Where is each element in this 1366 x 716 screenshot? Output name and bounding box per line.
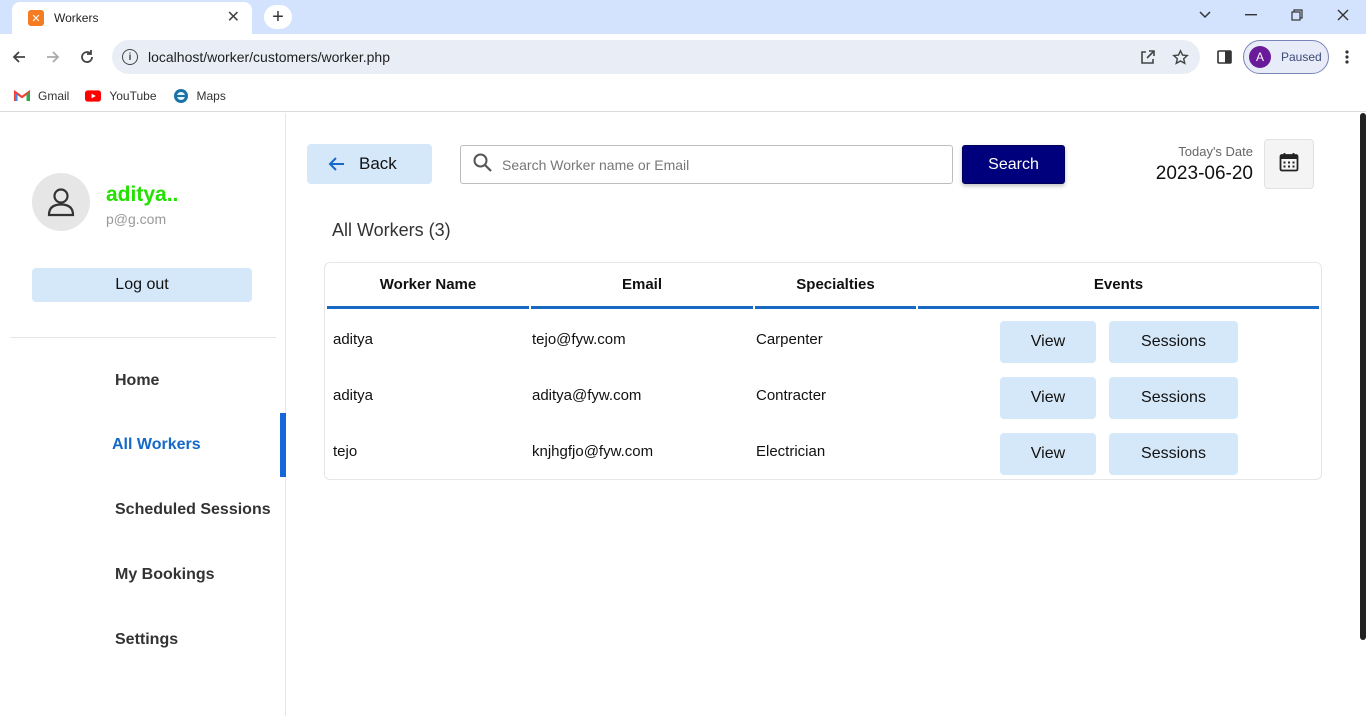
- search-input[interactable]: [502, 156, 932, 173]
- restore-icon[interactable]: [1274, 0, 1320, 30]
- site-info-icon[interactable]: i: [122, 49, 138, 65]
- sidebar-item-settings[interactable]: Settings: [0, 608, 286, 672]
- tab-search-icon[interactable]: [1182, 0, 1228, 30]
- share-icon[interactable]: [1132, 41, 1164, 73]
- worker-specialty: Electrician: [756, 442, 826, 460]
- table-row: aditya tejo@fyw.com Carpenter View Sessi…: [325, 319, 1323, 375]
- view-button[interactable]: View: [1000, 433, 1096, 475]
- active-indicator: [280, 413, 286, 477]
- column-header: Worker Name: [327, 263, 529, 309]
- profile-status: Paused: [1281, 50, 1322, 64]
- table-row: tejo knjhgfjo@fyw.com Electrician View S…: [325, 431, 1323, 487]
- side-panel-icon[interactable]: [1211, 44, 1237, 70]
- user-email: p@g.com: [106, 211, 167, 227]
- column-header: Specialties: [755, 263, 916, 309]
- minimize-icon[interactable]: [1228, 0, 1274, 30]
- sidebar-item-label: All Workers: [112, 436, 201, 453]
- browser-toolbar: i localhost/worker/customers/worker.php …: [0, 34, 1366, 80]
- back-arrow-icon[interactable]: [6, 44, 32, 70]
- back-button[interactable]: Back: [307, 144, 432, 184]
- bookmark-label: Maps: [196, 88, 226, 103]
- view-button[interactable]: View: [1000, 377, 1096, 419]
- sidebar-item-scheduled-sessions[interactable]: Scheduled Sessions: [0, 478, 286, 542]
- bookmark-youtube[interactable]: YouTube: [85, 88, 157, 103]
- tab-title: Workers: [54, 11, 99, 25]
- date-label: Today's Date: [1178, 144, 1253, 159]
- column-header: Email: [531, 263, 753, 309]
- page-scrollbar[interactable]: [1360, 113, 1366, 640]
- sidebar-item-home[interactable]: Home: [0, 349, 286, 413]
- gmail-icon: [14, 89, 30, 103]
- bookmark-label: Gmail: [38, 88, 70, 103]
- column-header: Events: [918, 263, 1319, 309]
- worker-email: knjhgfjo@fyw.com: [532, 442, 654, 460]
- browser-tab[interactable]: ✕ Workers ✕: [12, 2, 252, 34]
- bookmark-gmail[interactable]: Gmail: [14, 89, 69, 103]
- main-content: Back Search Today's Date 2023-06-20 All …: [287, 113, 1366, 716]
- worker-specialty: Contracter: [756, 386, 827, 404]
- search-icon: [473, 153, 492, 177]
- tab-close-icon[interactable]: ✕: [227, 10, 240, 26]
- user-avatar-icon: [32, 173, 90, 231]
- new-tab-button[interactable]: +: [264, 5, 292, 29]
- sessions-button[interactable]: Sessions: [1109, 433, 1238, 475]
- worker-name: tejo: [333, 442, 358, 460]
- youtube-icon: [85, 89, 102, 103]
- worker-email: tejo@fyw.com: [532, 330, 626, 348]
- sessions-button[interactable]: Sessions: [1109, 321, 1238, 363]
- address-url: localhost/worker/customers/worker.php: [148, 49, 390, 65]
- logout-button[interactable]: Log out: [32, 268, 252, 302]
- sidebar-item-label: Settings: [115, 631, 179, 648]
- workers-table: Worker Name Email Specialties Events adi…: [324, 262, 1322, 480]
- table-row: aditya aditya@fyw.com Contracter View Se…: [325, 375, 1323, 431]
- sidebar: aditya.. p@g.com Log out Home All Worker…: [0, 113, 286, 716]
- sidebar-item-label: Home: [115, 372, 160, 389]
- calendar-icon: [1279, 152, 1299, 177]
- address-bar[interactable]: i localhost/worker/customers/worker.php: [112, 40, 1200, 74]
- sidebar-item-label: My Bookings: [115, 566, 215, 583]
- date-value: 2023-06-20: [1155, 163, 1253, 184]
- search-field[interactable]: [460, 145, 953, 184]
- profile-avatar: A: [1249, 46, 1271, 68]
- kebab-menu-icon[interactable]: [1334, 44, 1360, 70]
- sessions-button[interactable]: Sessions: [1109, 377, 1238, 419]
- browser-tab-strip: ✕ Workers ✕ +: [0, 0, 1366, 34]
- forward-arrow-icon[interactable]: [40, 44, 66, 70]
- reload-icon[interactable]: [74, 44, 100, 70]
- view-button[interactable]: View: [1000, 321, 1096, 363]
- bookmarks-bar: Gmail YouTube Maps: [0, 80, 1366, 112]
- calendar-button[interactable]: [1264, 139, 1314, 189]
- user-name: aditya..: [106, 183, 179, 206]
- sidebar-item-label: Scheduled Sessions: [115, 501, 271, 518]
- bookmark-star-icon[interactable]: [1164, 41, 1196, 73]
- xampp-favicon-icon: ✕: [28, 10, 44, 26]
- profile-chip[interactable]: A Paused: [1243, 40, 1329, 74]
- bookmark-label: YouTube: [109, 88, 157, 103]
- worker-name: aditya: [333, 330, 374, 348]
- worker-specialty: Carpenter: [756, 330, 823, 348]
- arrow-left-icon: [327, 156, 345, 172]
- section-title: All Workers (3): [332, 220, 451, 240]
- search-button[interactable]: Search: [962, 145, 1065, 184]
- worker-name: aditya: [333, 386, 374, 404]
- maps-icon: [173, 88, 189, 103]
- sidebar-divider: [10, 337, 276, 338]
- bookmark-maps[interactable]: Maps: [173, 88, 226, 103]
- sidebar-item-all-workers[interactable]: All Workers: [0, 413, 286, 477]
- worker-email: aditya@fyw.com: [532, 386, 642, 404]
- sidebar-item-my-bookings[interactable]: My Bookings: [0, 543, 286, 607]
- close-window-icon[interactable]: [1320, 0, 1366, 30]
- back-button-label: Back: [359, 154, 397, 173]
